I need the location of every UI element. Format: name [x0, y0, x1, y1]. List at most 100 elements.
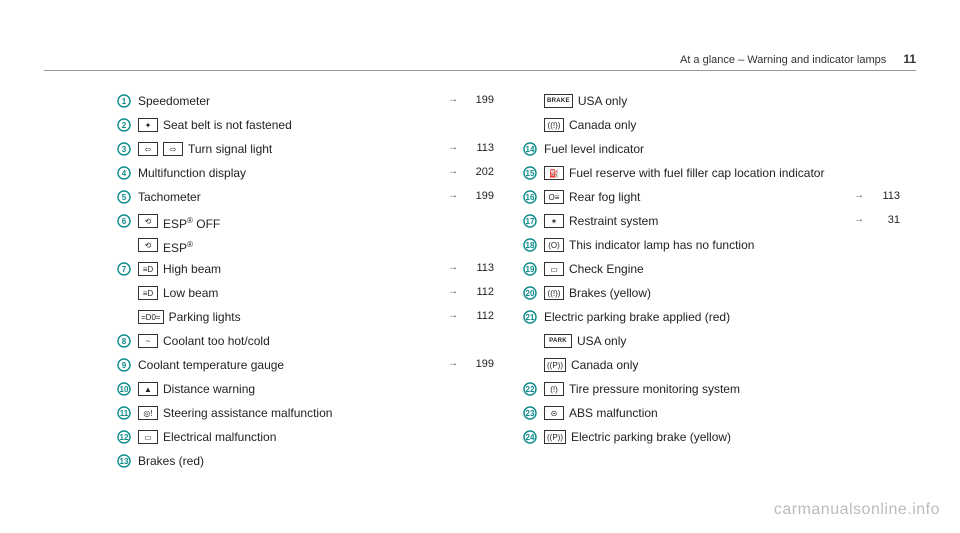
item-label: Brakes (red) — [138, 453, 446, 469]
page-ref — [458, 453, 494, 454]
svg-text:15: 15 — [526, 169, 535, 178]
item-label: Brakes (yellow) — [569, 285, 852, 301]
page-ref — [864, 93, 900, 94]
page-ref-arrow-icon — [852, 261, 864, 262]
svg-text:17: 17 — [526, 217, 535, 226]
item-number-icon: 21 — [522, 310, 538, 324]
page-ref-arrow-icon — [852, 429, 864, 430]
parkus-icon: PARK — [544, 334, 572, 348]
item-label: Electric parking brake applied (red) — [544, 309, 852, 325]
list-item: 9Coolant temperature gauge→199 — [116, 356, 494, 380]
list-item: ≡DLow beam→112 — [116, 284, 494, 308]
item-label: Coolant too hot/cold — [163, 333, 446, 349]
page-ref-arrow-icon: → — [446, 141, 458, 153]
page-ref-arrow-icon: → — [852, 189, 864, 201]
svg-text:11: 11 — [120, 409, 129, 418]
steer-icon: ◎! — [138, 406, 158, 420]
page-ref-arrow-icon — [852, 357, 864, 358]
parkca-icon: ((P)) — [544, 358, 566, 372]
list-item: 13 Brakes (red) — [116, 452, 494, 476]
item-number-icon: 8 — [116, 334, 132, 348]
item-number-icon: 16 — [522, 190, 538, 204]
page-ref-arrow-icon — [852, 93, 864, 94]
page-ref — [864, 333, 900, 334]
page-ref-arrow-icon — [446, 117, 458, 118]
page-ref-arrow-icon: → — [446, 261, 458, 273]
page-ref-arrow-icon — [446, 213, 458, 214]
item-number-icon: 10 — [116, 382, 132, 396]
item-number-icon: 2 — [116, 118, 132, 132]
hibeam-icon: ≡D — [138, 262, 158, 276]
svg-text:21: 21 — [526, 313, 535, 322]
svg-text:12: 12 — [120, 433, 129, 442]
list-item: 17✶Restraint system→31 — [522, 212, 900, 236]
page-ref — [458, 117, 494, 118]
svg-text:7: 7 — [122, 265, 127, 274]
list-item: ⟲ESP® — [116, 236, 494, 260]
svg-text:22: 22 — [526, 385, 535, 394]
item-label: Turn signal light — [188, 141, 446, 157]
lobeam-icon: ≡D — [138, 286, 158, 300]
page: { "header": {"title": "At a glance – War… — [0, 0, 960, 533]
column-left: 1Speedometer→1992✦Seat belt is not faste… — [116, 92, 494, 493]
item-label: Electrical malfunction — [163, 429, 446, 445]
item-label: Parking lights — [169, 309, 446, 325]
svg-text:13: 13 — [120, 457, 129, 466]
svg-text:1: 1 — [122, 97, 127, 106]
list-item: 5Tachometer→199 — [116, 188, 494, 212]
item-label: Fuel reserve with fuel filler cap locati… — [569, 165, 852, 181]
item-number-icon: 12 — [116, 430, 132, 444]
item-number-icon: 24 — [522, 430, 538, 444]
page-ref-arrow-icon — [446, 333, 458, 334]
item-number-icon: 11 — [116, 406, 132, 420]
page-ref-arrow-icon — [446, 453, 458, 454]
page-ref-arrow-icon — [852, 381, 864, 382]
fuel-icon: ⛽ — [544, 166, 564, 180]
page-ref: 199 — [458, 357, 494, 370]
page-ref — [864, 309, 900, 310]
item-number-icon: 9 — [116, 358, 132, 372]
item-label: Multifunction display — [138, 165, 446, 181]
content-columns: 1Speedometer→1992✦Seat belt is not faste… — [116, 92, 900, 493]
page-ref — [458, 213, 494, 214]
list-item: 23⊝ABS malfunction — [522, 404, 900, 428]
page-ref-arrow-icon — [852, 165, 864, 166]
svg-text:24: 24 — [526, 433, 535, 442]
list-item: 10▲Distance warning — [116, 380, 494, 404]
page-ref: 113 — [458, 261, 494, 274]
svg-text:6: 6 — [122, 217, 127, 226]
svg-text:10: 10 — [120, 385, 129, 394]
list-item: 24((P))Electric parking brake (yellow) — [522, 428, 900, 452]
list-item: 20((!))Brakes (yellow) — [522, 284, 900, 308]
page-ref-arrow-icon — [852, 237, 864, 238]
page-ref: 113 — [458, 141, 494, 154]
tl-icon: ⇦ — [138, 142, 158, 156]
item-number-icon: 6 — [116, 214, 132, 228]
item-label: Canada only — [569, 117, 852, 133]
list-item: PARKUSA only — [522, 332, 900, 356]
brky-icon: ((!)) — [544, 286, 564, 300]
page-header: At a glance – Warning and indicator lamp… — [680, 52, 916, 66]
list-item: ((!))Canada only — [522, 116, 900, 140]
page-ref-arrow-icon — [446, 237, 458, 238]
item-number-icon: 7 — [116, 262, 132, 276]
list-item: BRAKEUSA only — [522, 92, 900, 116]
item-number-icon: 15 — [522, 166, 538, 180]
page-ref — [458, 429, 494, 430]
page-ref-arrow-icon: → — [446, 165, 458, 177]
page-ref-arrow-icon — [852, 309, 864, 310]
brakeus-icon: BRAKE — [544, 94, 573, 108]
svg-text:3: 3 — [122, 145, 127, 154]
header-rule — [44, 70, 916, 71]
list-item: 7≡DHigh beam→113 — [116, 260, 494, 284]
item-label: Check Engine — [569, 261, 852, 277]
item-label: Fuel level indicator — [544, 141, 852, 157]
page-ref-arrow-icon — [446, 429, 458, 430]
svg-text:23: 23 — [526, 409, 535, 418]
page-ref-arrow-icon — [852, 141, 864, 142]
list-item: 15 ⛽ Fuel reserve with fuel filler cap loc… — [522, 164, 900, 188]
item-number-icon: 4 — [116, 166, 132, 180]
engine-icon: ▭ — [544, 262, 564, 276]
item-label: Restraint system — [569, 213, 852, 229]
list-item: 18(O)This indicator lamp has no function — [522, 236, 900, 260]
